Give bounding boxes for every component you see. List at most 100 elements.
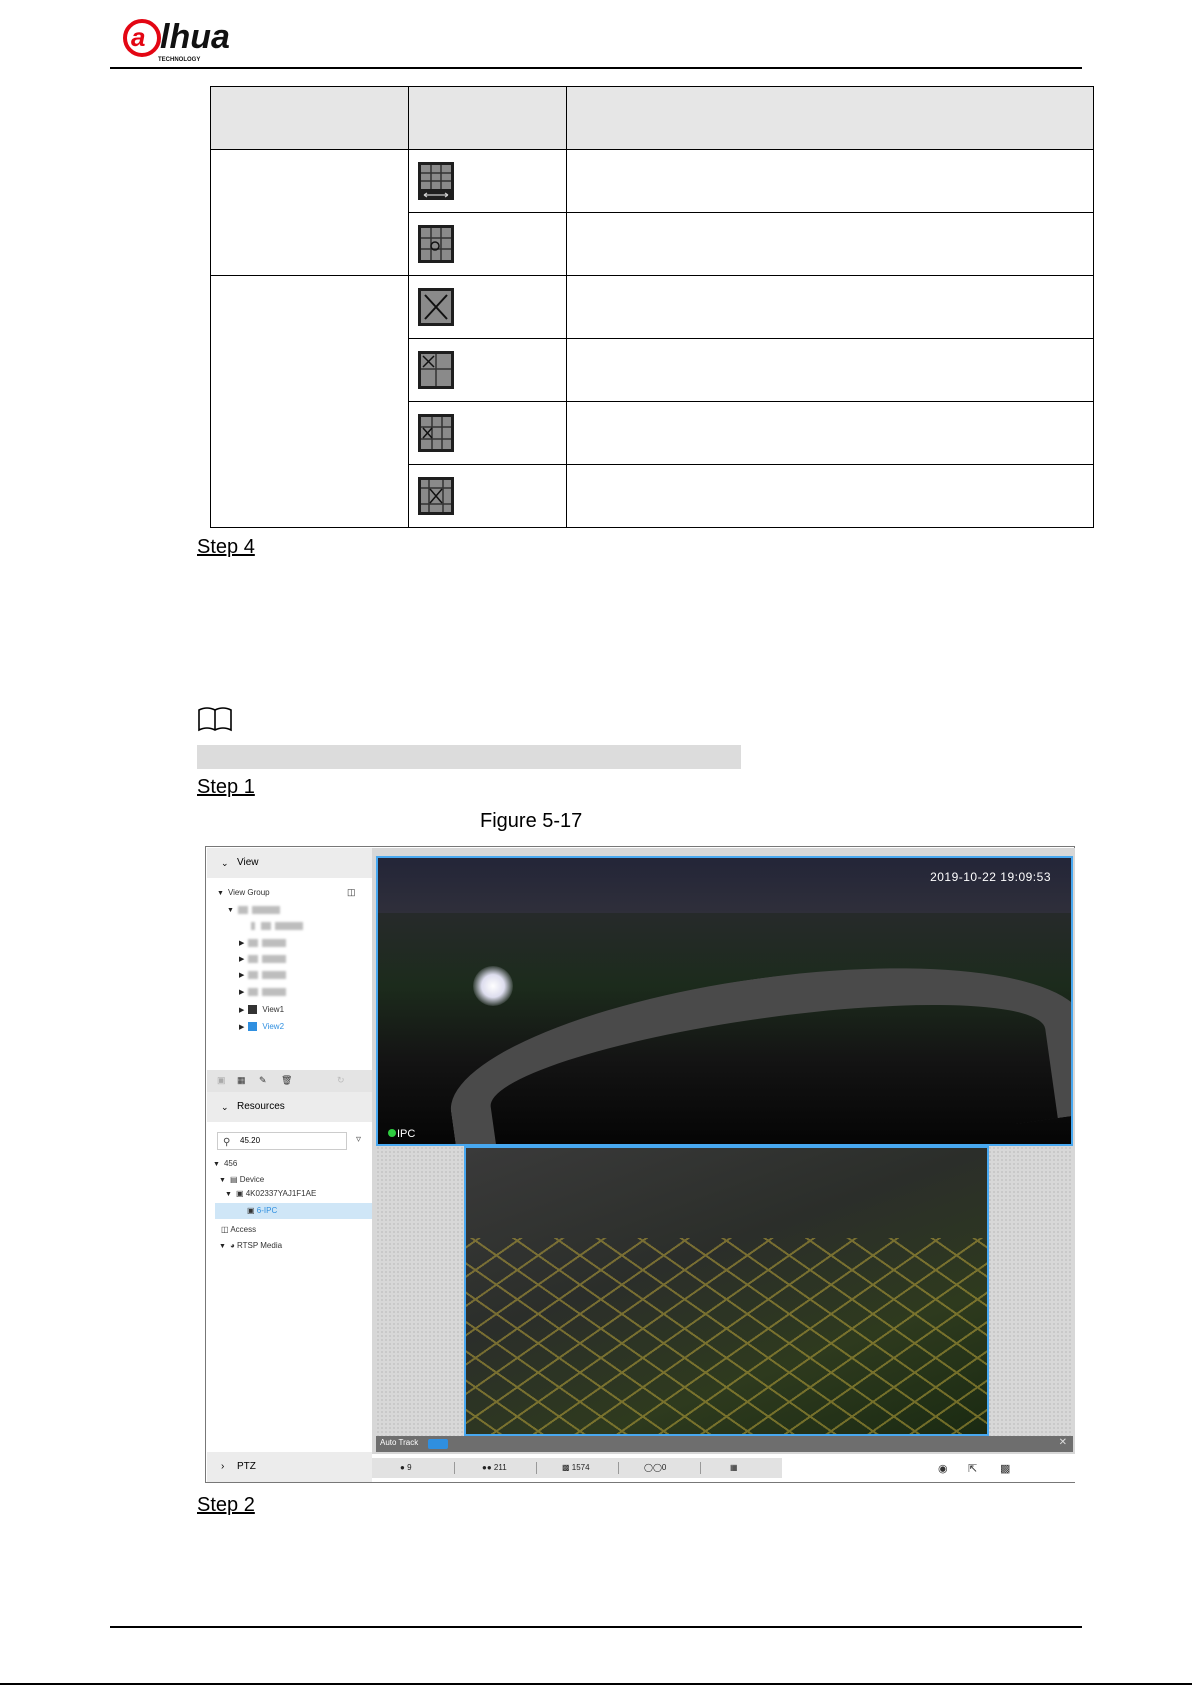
channel-node[interactable]: ▣ 6-IPC xyxy=(247,1206,277,1215)
view-item-1[interactable]: ▶ View1 xyxy=(239,1005,285,1015)
door-icon: ◫ xyxy=(221,1225,231,1234)
rtsp-label: RTSP Media xyxy=(237,1241,283,1250)
chevron-down-icon: ⌄ xyxy=(221,1102,229,1112)
auto-track-toggle[interactable] xyxy=(428,1439,448,1449)
chevron-down-icon: ⌄ xyxy=(221,858,229,868)
view-group-label: View Group xyxy=(227,888,270,897)
tree-item[interactable]: ▶ xyxy=(239,938,287,947)
add-folder-icon[interactable]: ▣ xyxy=(217,1075,226,1086)
video-area: 2019-10-22 19:09:53 IPC Auto Track ✕ ● 9… xyxy=(372,848,1075,1482)
table-icon-cell xyxy=(408,275,567,339)
trash-icon[interactable]: ▦ xyxy=(730,1463,738,1472)
resources-section-header[interactable]: ⌄ Resources xyxy=(207,1092,372,1122)
ptz-section-label: PTZ xyxy=(237,1461,256,1472)
rtsp-node[interactable]: ▼ ◕ RTSP Media xyxy=(219,1241,282,1250)
tree-item[interactable]: ▶ xyxy=(239,970,287,979)
device-icon: ▤ xyxy=(229,1175,240,1184)
online-status-icon xyxy=(388,1129,396,1137)
grid-icon xyxy=(248,1022,258,1032)
split-layout-2-icon xyxy=(418,414,454,452)
step-2-label: Step 2 xyxy=(197,1494,255,1516)
search-input[interactable]: ⚲ 45.20 xyxy=(217,1132,347,1150)
camera-node-icon: ▣ xyxy=(235,1189,246,1198)
tree-item[interactable]: ▶ xyxy=(239,987,287,996)
device-node[interactable]: ▼ ▤ Device xyxy=(219,1175,264,1184)
view-section-header[interactable]: ⌄ View xyxy=(207,848,372,878)
view-item-label: View1 xyxy=(262,1005,285,1014)
device-label: Device xyxy=(239,1175,265,1184)
view-group-row[interactable]: ▼ View Group xyxy=(217,888,270,897)
table-desc-cell xyxy=(566,212,1094,276)
search-value: 45.20 xyxy=(240,1136,261,1145)
vehicle-count: ▩ 1574 xyxy=(562,1463,590,1472)
note-text-bar xyxy=(197,745,741,769)
video-window-bottom-frame xyxy=(376,1146,1073,1436)
auto-track-label: Auto Track xyxy=(380,1438,419,1447)
table-group-cell xyxy=(210,149,409,276)
tree-item[interactable]: ▼ xyxy=(227,905,280,914)
access-node[interactable]: ◫ Access xyxy=(221,1225,256,1234)
parameter-table xyxy=(210,86,1094,528)
table-desc-cell xyxy=(566,275,1094,339)
search-icon: ⚲ xyxy=(223,1137,231,1148)
figure-caption: Figure 5-17 xyxy=(480,810,583,832)
refresh-icon[interactable]: ↻ xyxy=(337,1075,345,1086)
edit-icon[interactable]: ✎ xyxy=(259,1075,267,1086)
filter-icon[interactable]: ▿ xyxy=(356,1134,361,1145)
close-icon[interactable]: ✕ xyxy=(1059,1437,1067,1448)
tree-root[interactable]: ▼ 456 xyxy=(213,1159,237,1168)
fullscreen-icon[interactable]: ⇱ xyxy=(968,1462,977,1475)
divider xyxy=(454,1462,455,1474)
status-stats: ● 9 ●● 211 ▩ 1574 ◯◯0 ▦ xyxy=(372,1458,782,1478)
video-window-bottom[interactable] xyxy=(464,1146,989,1436)
camera-icon[interactable]: ◉ xyxy=(938,1462,948,1475)
access-label: Access xyxy=(230,1225,257,1234)
grid-zoom-icon xyxy=(418,225,454,263)
footer-rule xyxy=(110,1626,1082,1628)
table-desc-cell xyxy=(566,401,1094,465)
svg-text:lhua: lhua xyxy=(160,18,230,56)
grid-icon xyxy=(248,1005,258,1015)
table-row xyxy=(210,149,1094,276)
fullscreen-split-icon xyxy=(418,288,454,326)
screenshot-sidebar: ⌄ View ▼ View Group ◫ ▼ ▶ ▶ ▶ ▶ ▶ View1 ▶ V… xyxy=(207,848,373,1482)
chevron-right-icon: › xyxy=(221,1461,225,1472)
add-view-icon[interactable]: ▦ xyxy=(237,1075,246,1086)
table-icon-cell xyxy=(408,149,567,213)
bike-count-value: 0 xyxy=(661,1463,667,1472)
split-layout-3-icon xyxy=(418,477,454,515)
night-sky xyxy=(378,858,1071,913)
svg-text:TECHNOLOGY: TECHNOLOGY xyxy=(158,57,200,63)
table-desc-cell xyxy=(566,464,1094,528)
table-header-row xyxy=(210,86,1094,150)
human-count-value: 9 xyxy=(407,1463,412,1472)
svg-text:a: a xyxy=(131,22,145,52)
window-icon[interactable]: ▩ xyxy=(1000,1462,1010,1475)
table-row xyxy=(210,275,1094,528)
step-4-label: Step 4 xyxy=(197,536,255,558)
divider xyxy=(536,1462,537,1474)
tree-item[interactable]: ▶ xyxy=(239,954,287,963)
video-window-top[interactable]: 2019-10-22 19:09:53 IPC xyxy=(376,856,1073,1146)
delete-icon[interactable]: 🗑 xyxy=(281,1075,292,1086)
vehicle-count-value: 1574 xyxy=(571,1463,590,1472)
view-item-2[interactable]: ▶ View2 xyxy=(239,1022,284,1032)
camera-label: IPC xyxy=(388,1128,415,1140)
table-icon-cell xyxy=(408,464,567,528)
table-icon-cell xyxy=(408,401,567,465)
channel-label: 6-IPC xyxy=(256,1206,278,1215)
status-bar: ● 9 ●● 211 ▩ 1574 ◯◯0 ▦ ◉ ⇱ ▩ xyxy=(372,1454,1075,1482)
dahua-logo: a lhua TECHNOLOGY xyxy=(123,18,230,63)
view-section-label: View xyxy=(237,857,259,868)
non-motor-count: ●● 211 xyxy=(482,1463,507,1472)
table-header-cell xyxy=(408,86,567,150)
tree-root-label: 456 xyxy=(223,1159,238,1168)
panel-toggle-icon[interactable]: ◫ xyxy=(347,887,356,898)
tree-item[interactable] xyxy=(251,921,303,930)
table-group-cell xyxy=(210,275,409,528)
ipc-camera-icon: ▣ xyxy=(247,1206,257,1215)
device-id-node[interactable]: ▼ ▣ 4K02337YAJ1F1AE xyxy=(225,1189,316,1198)
ptz-section-header[interactable]: › PTZ xyxy=(207,1452,372,1482)
header-rule xyxy=(110,67,1082,69)
split-layout-1-icon xyxy=(418,351,454,389)
